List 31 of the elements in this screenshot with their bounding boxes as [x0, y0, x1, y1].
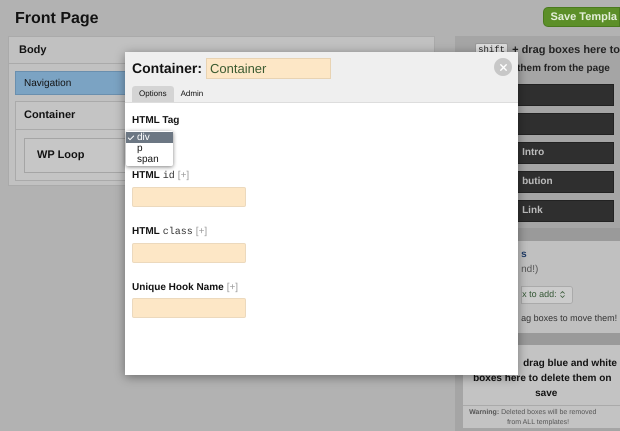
- tag-option[interactable]: span: [126, 154, 173, 165]
- field-label: HTML class [+]: [132, 225, 208, 240]
- field-label: Unique Hook Name [+]: [132, 281, 240, 295]
- tag-dropdown-menu[interactable]: div p span: [126, 131, 173, 166]
- field-label: HTML id [+]: [132, 169, 190, 184]
- move-hint: ag boxes to move them!: [521, 312, 618, 325]
- name-field[interactable]: Container: [206, 58, 331, 79]
- trash-hint: boxes here to delete them on: [473, 372, 612, 384]
- html-tag-label: HTML Tag: [132, 114, 180, 128]
- dialog-tab[interactable]: Admin: [174, 86, 210, 102]
- tag-option[interactable]: div: [126, 132, 173, 143]
- tag-option[interactable]: p: [126, 143, 173, 154]
- text-field[interactable]: [132, 243, 246, 263]
- add-note: nd!): [521, 262, 540, 276]
- close-button[interactable]: [494, 58, 512, 76]
- box-select[interactable]: x to add:: [521, 286, 574, 304]
- container-label: Container: [24, 108, 76, 124]
- text-field[interactable]: [132, 298, 246, 318]
- add-title: s: [521, 248, 528, 262]
- hint-text: them from the page: [517, 62, 610, 74]
- trash-hint: save: [535, 388, 558, 398]
- check-icon: [127, 134, 135, 142]
- trash-hint: drag blue and white: [523, 358, 617, 368]
- dialog-title: Container:: [132, 59, 202, 78]
- select-arrows-icon: [558, 290, 567, 299]
- close-icon: [498, 62, 508, 72]
- text-field[interactable]: [132, 187, 246, 207]
- hint-text: + drag boxes here to: [512, 43, 620, 58]
- page-title: Front Page: [15, 9, 99, 29]
- body-label: Body: [19, 42, 46, 58]
- dialog-tab[interactable]: Options: [132, 86, 174, 102]
